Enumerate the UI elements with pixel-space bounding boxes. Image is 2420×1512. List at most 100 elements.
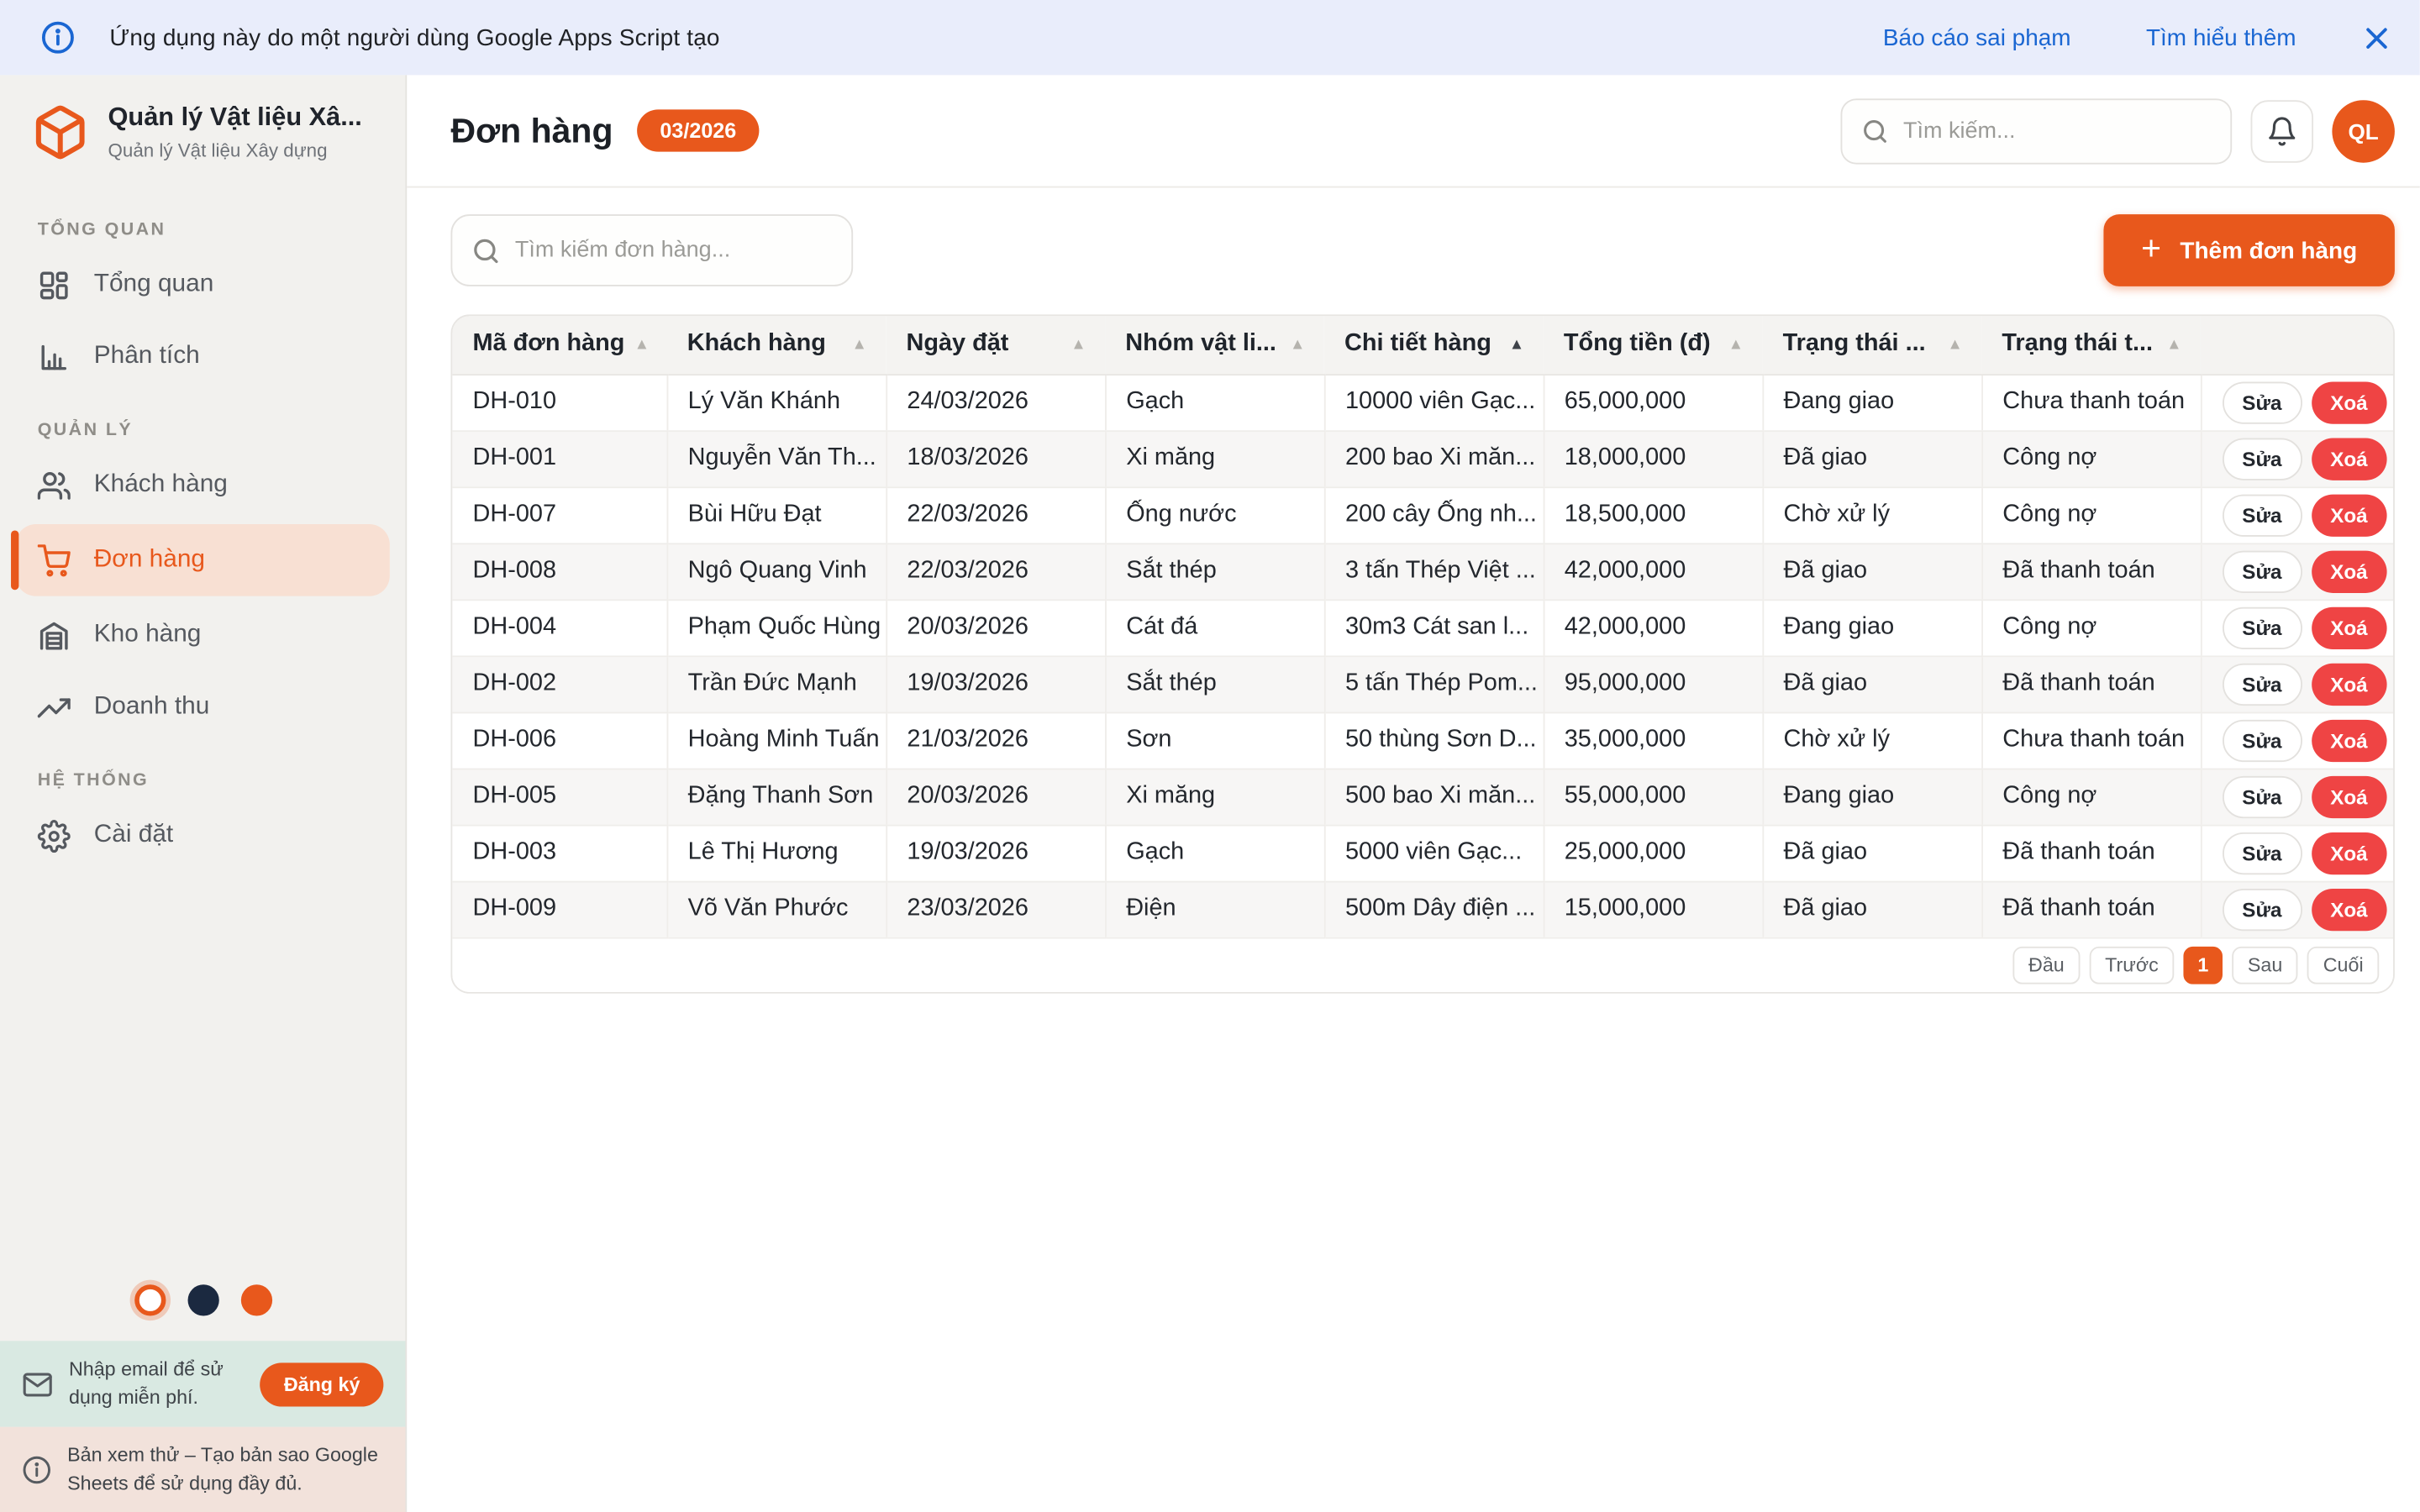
- sidebar-item-tong-quan[interactable]: Tổng quan: [16, 252, 390, 318]
- column-header[interactable]: Trạng thái t...▲: [1981, 316, 2201, 374]
- page-current-button[interactable]: 1: [2184, 946, 2223, 984]
- cell-total: 55,000,000: [1544, 769, 1763, 825]
- table-row: DH-009Võ Văn Phước23/03/2026Điện500m Dây…: [452, 881, 2395, 937]
- sort-arrow-icon: ▲: [2166, 336, 2188, 353]
- gear-icon: [38, 819, 71, 852]
- users-icon: [38, 469, 71, 501]
- cell-delivery_status: Đã giao: [1762, 543, 1981, 599]
- cell-customer: Võ Văn Phước: [667, 881, 886, 937]
- cell-group: Điện: [1105, 881, 1324, 937]
- delete-button[interactable]: Xoá: [2312, 719, 2386, 761]
- column-header[interactable]: Chi tiết hàng▲: [1324, 316, 1544, 374]
- sidebar-item-cai-dat[interactable]: Cài đặt: [16, 803, 390, 869]
- avatar[interactable]: QL: [2332, 99, 2395, 162]
- column-header[interactable]: Mã đơn hàng ▲: [452, 316, 666, 374]
- cell-customer: Ngô Quang Vinh: [667, 543, 886, 599]
- cell-date: 20/03/2026: [886, 599, 1105, 655]
- delete-button[interactable]: Xoá: [2312, 550, 2386, 592]
- sort-arrow-icon: ▲: [1509, 336, 1531, 353]
- edit-button[interactable]: Sửa: [2222, 550, 2302, 592]
- report-abuse-link[interactable]: Báo cáo sai phạm: [1883, 24, 2071, 51]
- sidebar-item-phan-tich[interactable]: Phân tích: [16, 324, 390, 390]
- cell-group: Gạch: [1105, 825, 1324, 881]
- edit-button[interactable]: Sửa: [2222, 438, 2302, 480]
- delete-button[interactable]: Xoá: [2312, 606, 2386, 648]
- delete-button[interactable]: Xoá: [2312, 775, 2386, 817]
- cell-detail: 30m3 Cát san l...: [1324, 599, 1544, 655]
- column-label: Mã đơn hàng: [473, 330, 625, 359]
- delete-button[interactable]: Xoá: [2312, 832, 2386, 874]
- page-first-button[interactable]: Đầu: [2012, 946, 2080, 984]
- notifications-button[interactable]: [2251, 99, 2314, 162]
- trial-note-text: Bản xem thử – Tạo bản sao Google Sheets …: [67, 1442, 383, 1497]
- sidebar-item-doanh-thu[interactable]: Doanh thu: [16, 675, 390, 740]
- column-header[interactable]: Trạng thái ...▲: [1762, 316, 1981, 374]
- global-search-input[interactable]: [1903, 118, 2212, 144]
- edit-button[interactable]: Sửa: [2222, 775, 2302, 817]
- dashboard-icon: [38, 268, 71, 301]
- cell-actions: SửaXoá: [2201, 543, 2395, 599]
- sort-arrow-icon: ▲: [1071, 336, 1092, 353]
- cell-detail: 500 bao Xi măn...: [1324, 769, 1544, 825]
- cell-group: Xi măng: [1105, 769, 1324, 825]
- delete-button[interactable]: Xoá: [2312, 381, 2386, 423]
- edit-button[interactable]: Sửa: [2222, 606, 2302, 648]
- orders-search-input[interactable]: [515, 238, 833, 263]
- theme-dot-orange[interactable]: [240, 1284, 271, 1315]
- cell-detail: 200 bao Xi măn...: [1324, 430, 1544, 486]
- cell-date: 20/03/2026: [886, 769, 1105, 825]
- cell-customer: Lê Thị Hương: [667, 825, 886, 881]
- edit-button[interactable]: Sửa: [2222, 381, 2302, 423]
- mail-icon: [22, 1368, 53, 1399]
- delete-button[interactable]: Xoá: [2312, 888, 2386, 930]
- add-order-button[interactable]: + Thêm đơn hàng: [2103, 214, 2395, 286]
- sidebar-item-label: Khách hàng: [94, 471, 228, 500]
- global-search[interactable]: [1841, 97, 2233, 163]
- orders-search[interactable]: [450, 214, 853, 286]
- column-header[interactable]: Ngày đặt▲: [886, 316, 1105, 374]
- cell-payment_status: Đã thanh toán: [1981, 655, 2201, 711]
- theme-dot-light[interactable]: [134, 1284, 165, 1315]
- cell-id: DH-007: [452, 486, 666, 543]
- edit-button[interactable]: Sửa: [2222, 494, 2302, 536]
- app-title: Quản lý Vật liệu Xâ...: [108, 103, 362, 134]
- cell-total: 15,000,000: [1544, 881, 1763, 937]
- delete-button[interactable]: Xoá: [2312, 663, 2386, 705]
- table-row: DH-005Đặng Thanh Sơn20/03/2026Xi măng500…: [452, 769, 2395, 825]
- column-header[interactable]: Khách hàng▲: [667, 316, 886, 374]
- learn-more-link[interactable]: Tìm hiểu thêm: [2146, 24, 2296, 51]
- delete-button[interactable]: Xoá: [2312, 494, 2386, 536]
- page-prev-button[interactable]: Trước: [2090, 946, 2175, 984]
- cell-date: 22/03/2026: [886, 486, 1105, 543]
- cell-customer: Hoàng Minh Tuấn: [667, 712, 886, 769]
- column-header[interactable]: Nhóm vật li...▲: [1105, 316, 1324, 374]
- column-label: Nhóm vật li...: [1125, 330, 1276, 359]
- actions-column-header: [2201, 316, 2395, 374]
- delete-button[interactable]: Xoá: [2312, 438, 2386, 480]
- edit-button[interactable]: Sửa: [2222, 719, 2302, 761]
- signup-button[interactable]: Đăng ký: [260, 1362, 383, 1405]
- edit-button[interactable]: Sửa: [2222, 832, 2302, 874]
- gas-banner: Ứng dụng này do một người dùng Google Ap…: [0, 0, 2420, 75]
- theme-dot-dark[interactable]: [187, 1284, 218, 1315]
- info-icon: [22, 1455, 51, 1484]
- email-prompt-text: Nhập email để sử dụng miễn phí.: [69, 1357, 245, 1411]
- sidebar-item-don-hang[interactable]: Đơn hàng: [16, 524, 390, 596]
- table-row: DH-010Lý Văn Khánh24/03/2026Gạch10000 vi…: [452, 374, 2395, 430]
- sidebar-item-khach-hang[interactable]: Khách hàng: [16, 452, 390, 517]
- trial-note-band: Bản xem thử – Tạo bản sao Google Sheets …: [0, 1427, 405, 1512]
- table-row: DH-003Lê Thị Hương19/03/2026Gạch5000 viê…: [452, 825, 2395, 881]
- sort-arrow-icon: ▲: [634, 336, 656, 353]
- cell-date: 24/03/2026: [886, 374, 1105, 430]
- page-last-button[interactable]: Cuối: [2307, 946, 2379, 984]
- page-next-button[interactable]: Sau: [2232, 946, 2298, 984]
- cart-icon: [38, 543, 71, 576]
- sidebar-item-label: Đơn hàng: [94, 546, 205, 575]
- sidebar-item-kho-hang[interactable]: Kho hàng: [16, 602, 390, 668]
- cell-id: DH-001: [452, 430, 666, 486]
- banner-close-icon[interactable]: [2362, 23, 2391, 52]
- edit-button[interactable]: Sửa: [2222, 663, 2302, 705]
- column-header[interactable]: Tổng tiền (đ)▲: [1544, 316, 1763, 374]
- sidebar-item-label: Cài đặt: [94, 822, 173, 850]
- edit-button[interactable]: Sửa: [2222, 888, 2302, 930]
